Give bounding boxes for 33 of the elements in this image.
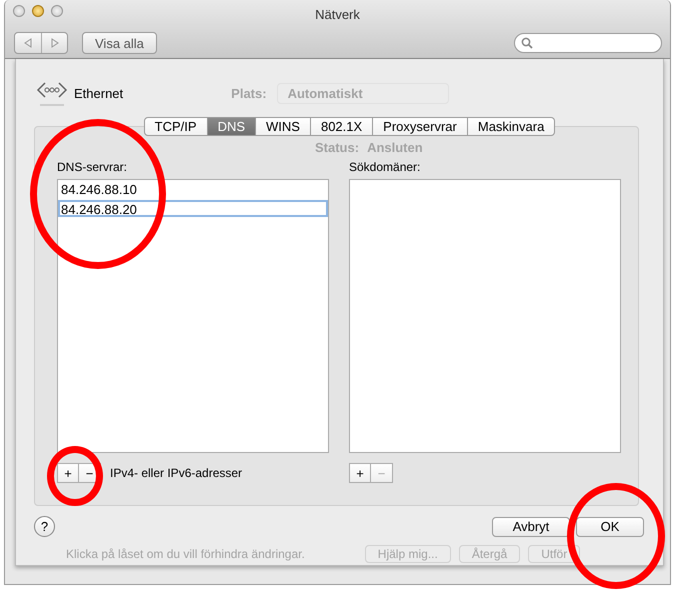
close-button[interactable] [13, 5, 25, 17]
tab[interactable]: Proxyservrar [373, 117, 468, 136]
cancel-button[interactable]: Avbryt [492, 516, 570, 536]
location-label: Plats: [231, 86, 267, 100]
minimize-button[interactable] [32, 5, 44, 17]
service-name: Ethernet [74, 86, 124, 100]
address-hint: IPv4- eller IPv6-adresser [110, 466, 242, 480]
forward-icon [50, 38, 60, 48]
window-title: Nätverk [314, 6, 361, 22]
zoom-button[interactable] [51, 5, 63, 17]
tab[interactable]: TCP/IP [144, 117, 208, 136]
dns-server-list[interactable]: 84.246.88.10 84.246.88.20 [57, 179, 329, 453]
tab[interactable]: Maskinvara [468, 117, 556, 136]
add-button[interactable]: + [57, 463, 79, 483]
tab[interactable]: WINS [256, 117, 311, 136]
status-label: Status: [315, 140, 360, 155]
show-all-button[interactable]: Visa alla [82, 32, 157, 54]
dns-servers-label: DNS-servrar: [57, 160, 128, 174]
status-value: Ansluten [367, 140, 423, 155]
add-button[interactable]: + [349, 463, 371, 483]
search-field[interactable] [514, 33, 662, 53]
annotation-circle [47, 446, 103, 506]
back-icon [23, 38, 33, 48]
search-icon [521, 37, 533, 49]
help-button[interactable]: ? [34, 516, 55, 537]
lock-hint: Klicka på låset om du vill förhindra ändringar. [66, 547, 305, 561]
ok-button[interactable]: OK [576, 516, 644, 536]
dns-server-entry[interactable]: 84.246.88.10 [58, 181, 328, 198]
search-domains-label: Sökdomäner: [349, 160, 422, 174]
location-popup: Automatiskt [276, 82, 449, 104]
tab[interactable]: 802.1X [310, 117, 374, 136]
tab[interactable]: DNS [208, 117, 256, 136]
dns-server-entry[interactable]: 84.246.88.20 [58, 200, 328, 217]
